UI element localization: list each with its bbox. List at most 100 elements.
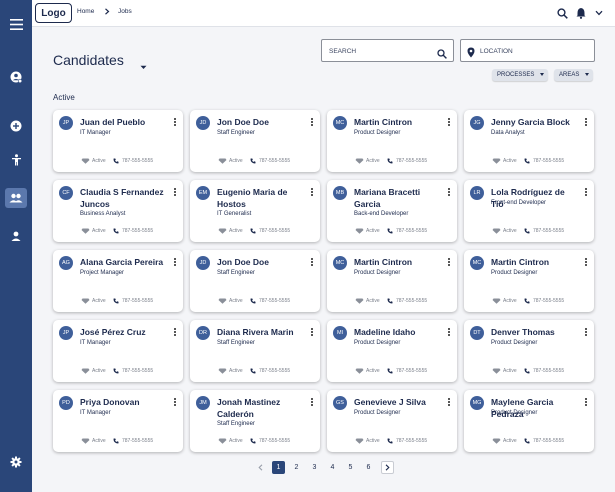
candidate-name[interactable]: Maylene Garcia Pedraza — [491, 396, 579, 420]
candidate-name[interactable]: Priya Donovan — [80, 396, 168, 408]
more-options-icon[interactable] — [584, 258, 588, 268]
more-options-icon[interactable] — [310, 258, 314, 268]
status-label: Active — [366, 438, 380, 444]
candidate-card[interactable]: MC Martin Cintron Product Designer Active 78… — [464, 250, 594, 312]
page-button[interactable]: 5 — [344, 461, 357, 474]
candidate-name[interactable]: Claudia S Fernandez Juncos — [80, 186, 168, 210]
more-options-icon[interactable] — [173, 328, 177, 338]
processes-dropdown[interactable]: PROCESSES — [492, 69, 548, 81]
candidate-name[interactable]: Martin Cintron — [491, 256, 579, 268]
next-page-button[interactable] — [381, 461, 394, 474]
location-input[interactable]: LOCATION — [460, 39, 595, 62]
candidate-name[interactable]: Diana Rivera Marin — [217, 326, 305, 338]
candidate-name[interactable]: Denver Thomas — [491, 326, 579, 338]
person-icon[interactable] — [5, 226, 27, 246]
candidate-name[interactable]: Madeline Idaho — [354, 326, 442, 338]
add-user-icon[interactable] — [5, 67, 27, 87]
phone: 787-555-5555 — [250, 157, 290, 165]
more-options-icon[interactable] — [447, 188, 451, 198]
more-options-icon[interactable] — [310, 118, 314, 128]
candidate-role: Product Designer — [491, 410, 538, 416]
candidate-card[interactable]: MI Madeline Idaho Product Designer Active 78… — [327, 320, 457, 382]
more-options-icon[interactable] — [584, 328, 588, 338]
candidate-name[interactable]: Lola Rodríguez de Tió — [491, 186, 579, 210]
candidate-name[interactable]: Martin Cintron — [354, 256, 442, 268]
more-options-icon[interactable] — [447, 118, 451, 128]
more-options-icon[interactable] — [447, 328, 451, 338]
candidate-name[interactable]: José Pérez Cruz — [80, 326, 168, 338]
more-options-icon[interactable] — [173, 188, 177, 198]
phone-number: 787-555-5555 — [396, 298, 428, 304]
avatar: CF — [59, 186, 73, 200]
candidate-name[interactable]: Genevieve J Silva — [354, 396, 442, 408]
candidate-card[interactable]: MG Maylene Garcia Pedraza Product Designer… — [464, 390, 594, 452]
candidate-card[interactable]: PD Priya Donovan IT Manager Active 787-555-5… — [53, 390, 183, 452]
sidebar — [0, 0, 32, 492]
candidate-card[interactable]: MC Martin Cintron Product Designer Active 78… — [327, 110, 457, 172]
logo[interactable]: Logo — [35, 3, 72, 23]
candidate-name[interactable]: Mariana Bracetti Garcia — [354, 186, 442, 210]
settings-icon[interactable] — [5, 452, 27, 472]
more-options-icon[interactable] — [173, 258, 177, 268]
menu-icon[interactable] — [5, 14, 27, 34]
chevron-down-icon[interactable] — [592, 6, 606, 20]
candidate-card[interactable]: MB Mariana Bracetti Garcia Back-end Develo… — [327, 180, 457, 242]
more-options-icon[interactable] — [173, 398, 177, 408]
people-icon[interactable] — [5, 188, 27, 208]
candidate-name[interactable]: Jenny Garcia Block — [491, 116, 579, 128]
more-options-icon[interactable] — [584, 188, 588, 198]
more-options-icon[interactable] — [310, 398, 314, 408]
candidate-card[interactable]: AG Alana Garcia Pereira Project Manager Act… — [53, 250, 183, 312]
candidate-card[interactable]: DT Denver Thomas Product Designer Active 787… — [464, 320, 594, 382]
areas-dropdown[interactable]: AREAS — [554, 69, 593, 81]
candidate-card[interactable]: CF Claudia S Fernandez Juncos Business Ana… — [53, 180, 183, 242]
candidate-name[interactable]: Jon Doe Doe — [217, 256, 305, 268]
prev-page-button[interactable] — [254, 461, 267, 474]
candidate-card[interactable]: LR Lola Rodríguez de Tió Front-end Develop… — [464, 180, 594, 242]
page-button[interactable]: 6 — [362, 461, 375, 474]
diamond-icon — [492, 158, 501, 164]
candidate-card[interactable]: JD Jon Doe Doe Staff Engineer Active 787-555… — [190, 250, 320, 312]
breadcrumb-jobs[interactable]: Jobs — [118, 8, 132, 15]
candidate-card[interactable]: DR Diana Rivera Marin Staff Engineer Active… — [190, 320, 320, 382]
more-options-icon[interactable] — [310, 328, 314, 338]
page-button[interactable]: 2 — [290, 461, 303, 474]
phone: 787-555-5555 — [524, 297, 564, 305]
caret-down-icon[interactable] — [140, 57, 147, 75]
candidate-card[interactable]: JM Jonah Mastinez Calderón Staff Engineer A… — [190, 390, 320, 452]
candidate-card[interactable]: JP José Pérez Cruz IT Manager Active 787-555… — [53, 320, 183, 382]
candidate-card[interactable]: JD Jon Doe Doe Staff Engineer Active 787-555… — [190, 110, 320, 172]
page-button[interactable]: 4 — [326, 461, 339, 474]
candidate-card[interactable]: JG Jenny Garcia Block Data Analyst Active 78… — [464, 110, 594, 172]
search-input[interactable]: SEARCH — [321, 39, 454, 62]
candidate-name[interactable]: Juan del Pueblo — [80, 116, 168, 128]
more-options-icon[interactable] — [447, 398, 451, 408]
breadcrumb-home[interactable]: Home — [77, 8, 94, 15]
more-options-icon[interactable] — [173, 118, 177, 128]
avatar: AG — [59, 256, 73, 270]
candidate-name[interactable]: Jonah Mastinez Calderón — [217, 396, 305, 420]
accessibility-icon[interactable] — [5, 150, 27, 170]
search-icon[interactable] — [555, 6, 569, 20]
diamond-icon — [218, 368, 227, 374]
phone: 787-555-5555 — [113, 367, 153, 375]
candidate-card[interactable]: JP Juan del Pueblo IT Manager Active 787-555… — [53, 110, 183, 172]
bell-icon[interactable] — [574, 6, 588, 20]
more-options-icon[interactable] — [584, 118, 588, 128]
add-icon[interactable] — [5, 116, 27, 136]
candidate-name[interactable]: Alana Garcia Pereira — [80, 256, 168, 268]
candidate-card[interactable]: GS Genevieve J Silva Product Designer Activ… — [327, 390, 457, 452]
candidate-name[interactable]: Eugenio Maria de Hostos — [217, 186, 305, 210]
candidate-name[interactable]: Martin Cintron — [354, 116, 442, 128]
page-button[interactable]: 3 — [308, 461, 321, 474]
status-label: Active — [366, 368, 380, 374]
more-options-icon[interactable] — [310, 188, 314, 198]
more-options-icon[interactable] — [447, 258, 451, 268]
candidate-card[interactable]: EM Eugenio Maria de Hostos IT Generalist Ac… — [190, 180, 320, 242]
candidate-card[interactable]: MC Martin Cintron Product Designer Active 78… — [327, 250, 457, 312]
more-options-icon[interactable] — [584, 398, 588, 408]
page-button[interactable]: 1 — [272, 461, 285, 474]
avatar: JP — [59, 116, 73, 130]
candidate-role: IT Manager — [80, 340, 111, 346]
candidate-name[interactable]: Jon Doe Doe — [217, 116, 305, 128]
